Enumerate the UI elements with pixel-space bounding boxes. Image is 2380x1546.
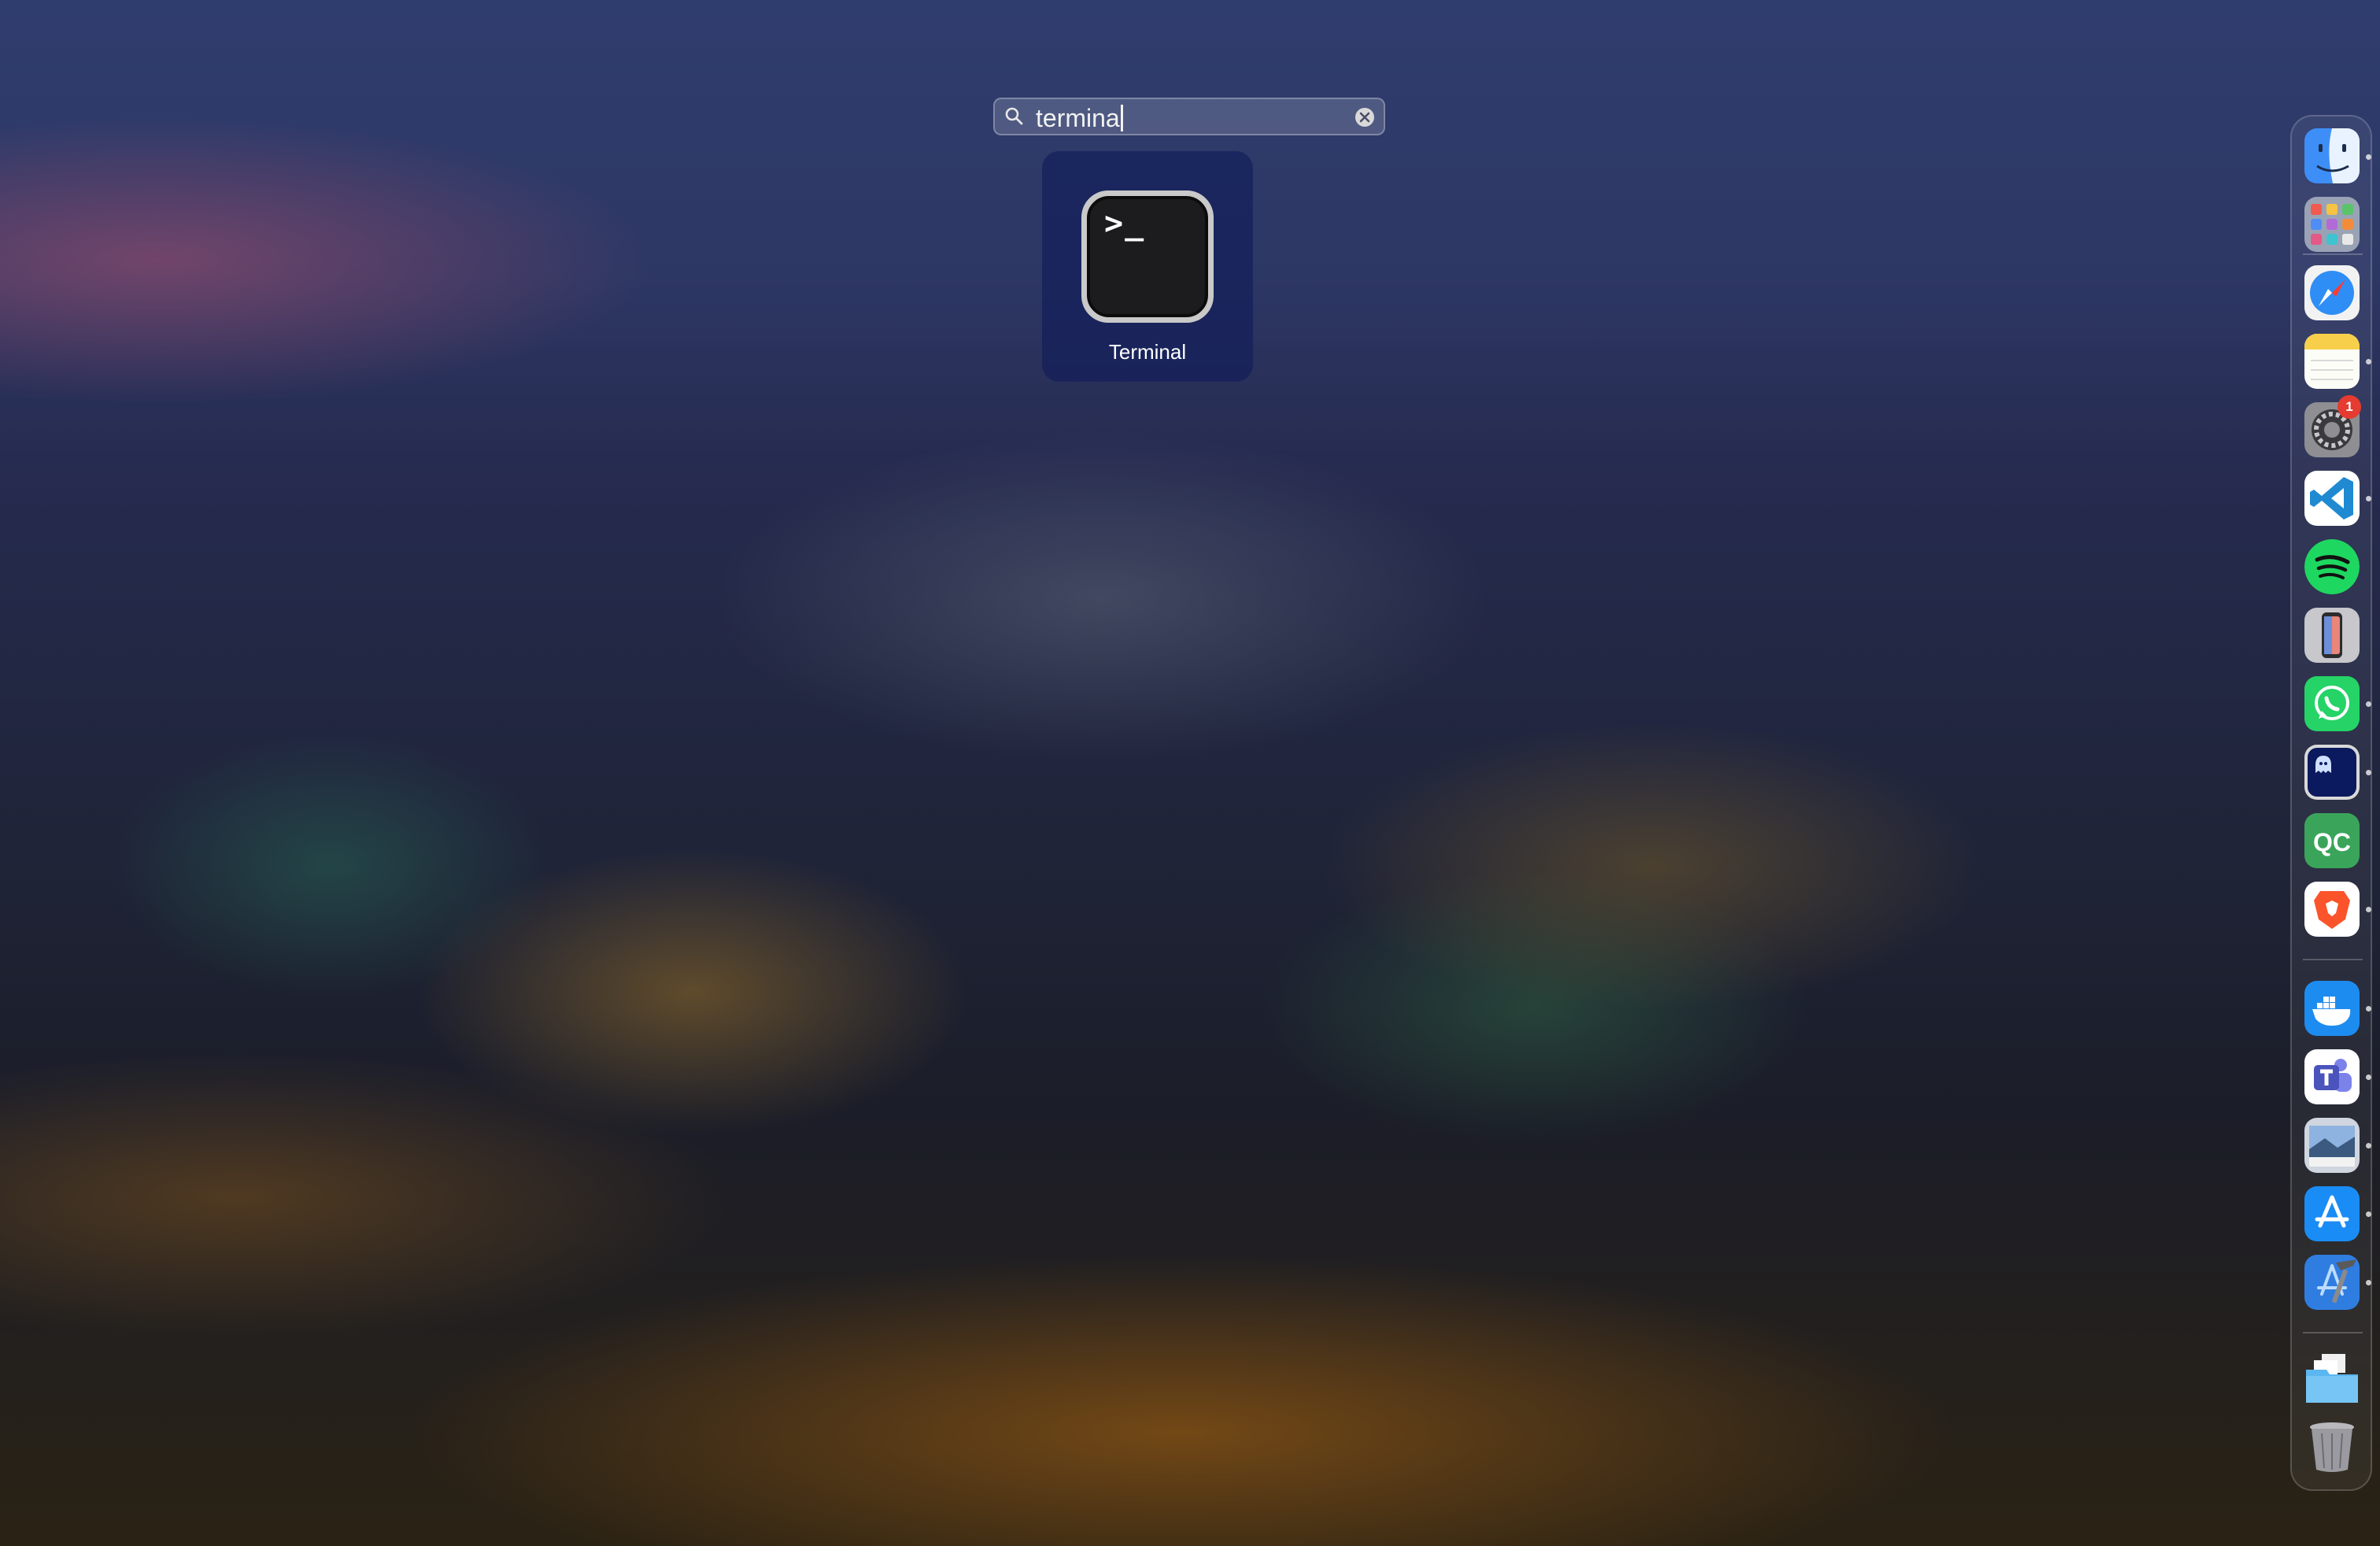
qc-icon[interactable]: QC (2304, 813, 2360, 868)
teams-icon[interactable] (2304, 1049, 2360, 1104)
search-icon (1005, 107, 1023, 125)
terminal-icon: >_ (1081, 190, 1214, 323)
safari-icon[interactable] (2304, 265, 2360, 320)
trash-icon[interactable] (2304, 1419, 2360, 1474)
qc-icon-label: QC (2313, 828, 2351, 856)
running-indicator (2366, 1280, 2371, 1285)
running-indicator (2366, 1074, 2371, 1080)
dock-separator (2303, 1332, 2363, 1333)
search-input[interactable]: termina (1036, 104, 1120, 132)
app-store-icon[interactable] (2304, 1186, 2360, 1241)
running-indicator (2366, 1143, 2371, 1148)
terminal-prompt-glyph: >_ (1104, 205, 1146, 242)
notification-badge: 1 (2338, 395, 2361, 419)
dock: 1 QC (2290, 115, 2372, 1491)
xcode-icon[interactable] (2304, 1255, 2360, 1310)
docker-icon[interactable] (2304, 981, 2360, 1036)
iphone-icon[interactable] (2304, 608, 2360, 663)
search-result-terminal[interactable]: >_ Terminal (1042, 151, 1253, 382)
launchpad-icon[interactable] (2304, 197, 2360, 252)
running-indicator (2366, 1211, 2371, 1217)
folder-icon[interactable] (2304, 1351, 2360, 1406)
running-indicator (2366, 770, 2371, 775)
ghost-icon[interactable] (2304, 745, 2360, 800)
running-indicator (2366, 154, 2371, 160)
running-indicator (2366, 1006, 2371, 1012)
dock-separator (2303, 959, 2363, 960)
spotify-icon[interactable] (2304, 539, 2360, 594)
text-caret (1120, 105, 1123, 131)
launchpad-active-underline (2303, 253, 2363, 255)
running-indicator (2366, 359, 2371, 364)
running-indicator (2366, 496, 2371, 501)
notes-icon[interactable] (2304, 334, 2360, 389)
finder-icon[interactable] (2304, 128, 2360, 183)
result-label: Terminal (1108, 340, 1187, 364)
launchpad-search-field[interactable]: termina (993, 98, 1385, 135)
running-indicator (2366, 907, 2371, 912)
brave-icon[interactable] (2304, 882, 2360, 937)
preview-icon[interactable] (2304, 1118, 2360, 1173)
running-indicator (2366, 701, 2371, 707)
clear-search-icon[interactable] (1354, 106, 1376, 128)
vscode-icon[interactable] (2304, 471, 2360, 526)
whatsapp-icon[interactable] (2304, 676, 2360, 731)
